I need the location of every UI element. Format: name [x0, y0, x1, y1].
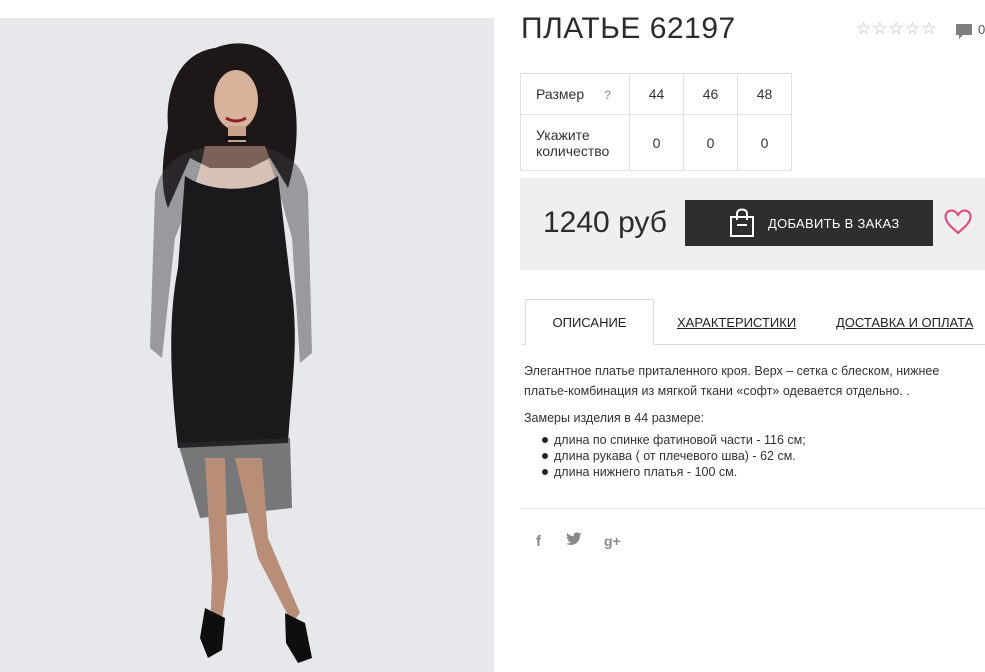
google-plus-icon[interactable]: g+ [604, 533, 621, 549]
size-help-icon[interactable]: ? [604, 88, 611, 102]
add-to-order-label: ДОБАВИТЬ В ЗАКАЗ [768, 215, 900, 231]
quantity-label-cell: Укажите количество [520, 114, 630, 171]
product-photo-illustration [150, 43, 312, 663]
twitter-bird-icon [566, 532, 582, 545]
size-table: Размер ? 44 46 48 Укажите количество 0 0… [520, 73, 792, 171]
star-icon[interactable]: ☆ [921, 20, 936, 37]
rating-stars[interactable]: ☆ ☆ ☆ ☆ ☆ [856, 20, 936, 37]
size-option-44: 44 [629, 73, 684, 115]
comment-count[interactable]: 0 [978, 22, 985, 37]
quantity-label-line1: Укажите [536, 126, 590, 143]
star-icon[interactable]: ☆ [905, 20, 920, 37]
price-box: 1240 руб ДОБАВИТЬ В ЗАКАЗ [520, 178, 985, 270]
quantity-input-48[interactable]: 0 [737, 114, 792, 171]
star-icon[interactable]: ☆ [889, 20, 904, 37]
add-to-order-button[interactable]: ДОБАВИТЬ В ЗАКАЗ [685, 200, 933, 246]
twitter-icon[interactable] [566, 532, 604, 550]
list-item: длина нижнего платья - 100 см. [541, 464, 806, 480]
product-title: ПЛАТЬЕ 62197 [521, 12, 736, 45]
heart-icon[interactable] [944, 209, 972, 235]
size-label-cell: Размер ? [520, 73, 630, 115]
measurements-list: длина по спинке фатиновой части - 116 см… [541, 432, 806, 480]
quantity-label-line2: количество [536, 142, 610, 159]
shopping-bag-icon [730, 208, 754, 237]
tab-delivery[interactable]: ДОСТАВКА И ОПЛАТА [836, 299, 973, 345]
product-description: Элегантное платье приталенного кроя. Вер… [524, 364, 940, 398]
product-photo[interactable] [0, 18, 494, 672]
size-option-48: 48 [737, 73, 792, 115]
size-label: Размер [536, 86, 585, 102]
facebook-icon[interactable]: f [536, 533, 566, 550]
list-item: длина по спинке фатиновой части - 116 см… [541, 432, 806, 448]
divider [521, 508, 985, 509]
quantity-input-46[interactable]: 0 [683, 114, 738, 171]
product-price: 1240 руб [543, 206, 667, 239]
product-tabs: ОПИСАНИЕ ХАРАКТЕРИСТИКИ ДОСТАВКА И ОПЛАТ… [521, 299, 985, 345]
star-icon[interactable]: ☆ [872, 20, 887, 37]
list-item: длина рукава ( от плечевого шва) - 62 см… [541, 448, 806, 464]
measurements-title: Замеры изделия в 44 размере: [524, 411, 705, 425]
tab-characteristics[interactable]: ХАРАКТЕРИСТИКИ [677, 299, 796, 345]
comment-icon[interactable] [955, 22, 973, 40]
quantity-input-44[interactable]: 0 [629, 114, 684, 171]
size-option-46: 46 [683, 73, 738, 115]
star-icon[interactable]: ☆ [856, 20, 871, 37]
social-share: f g+ [536, 532, 621, 550]
tab-description[interactable]: ОПИСАНИЕ [525, 299, 654, 345]
